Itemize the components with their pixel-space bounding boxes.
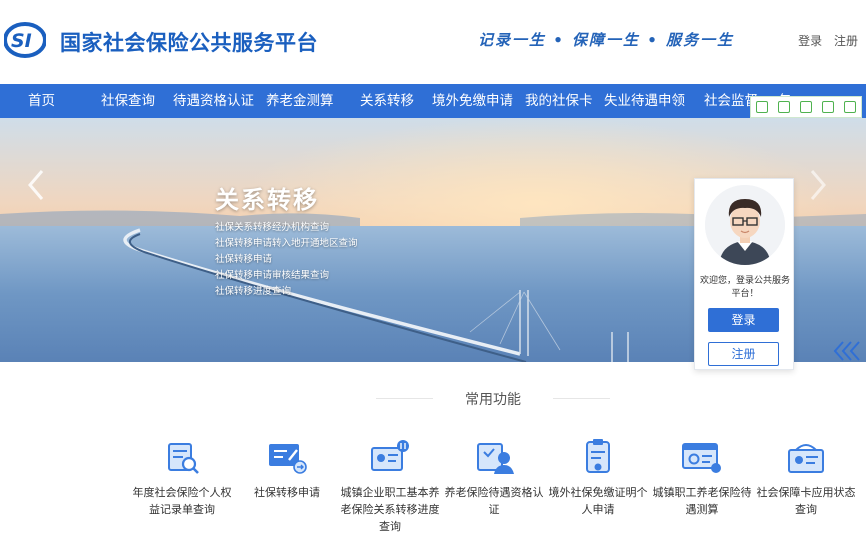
card-status-icon: [788, 444, 824, 473]
expand-icon[interactable]: [778, 101, 790, 113]
share-icon[interactable]: [822, 101, 834, 113]
func-pension-transfer-progress[interactable]: 城镇企业职工基本养老保险关系转移进度查询: [338, 438, 442, 535]
page: SI 国家社会保险公共服务平台 记录一生 • 保障一生 • 服务一生 登录 注册…: [0, 0, 866, 540]
nav-item-overseas[interactable]: 境外免缴申请: [432, 84, 513, 118]
nav-item-qualification[interactable]: 待遇资格认证: [173, 84, 254, 118]
header-login-link[interactable]: 登录: [798, 34, 822, 48]
si-logo-icon[interactable]: SI: [4, 20, 46, 60]
banner-link-progress[interactable]: 社保转移进度查询: [215, 284, 358, 300]
nav-item-social-query[interactable]: 社保查询: [101, 84, 155, 118]
func-label: 境外社保免缴证明个人申请: [548, 486, 648, 516]
logo-text: SI: [11, 30, 32, 52]
avatar: [705, 185, 785, 265]
func-label: 城镇职工养老保险待遇测算: [652, 486, 752, 516]
auth-links: 登录 注册: [790, 32, 858, 49]
pension-transfer-icon: [371, 440, 409, 471]
main-nav: 首页 社保查询 待遇资格认证 养老金测算 关系转移 境外免缴申请 我的社保卡 失…: [0, 84, 866, 118]
banner-link-region-query[interactable]: 社保转移申请转入地开通地区查询: [215, 236, 358, 252]
banner-links: 社保关系转移经办机构查询 社保转移申请转入地开通地区查询 社保转移申请 社保转移…: [215, 220, 358, 300]
login-card: 欢迎您，登录公共服务平台！ 登录 注册: [694, 178, 794, 370]
nav-item-unemployment[interactable]: 失业待遇申领: [604, 84, 685, 118]
user-avatar-icon: [705, 185, 785, 265]
site-title[interactable]: 国家社会保险公共服务平台: [60, 27, 318, 57]
qualification-icon: [477, 443, 514, 474]
settings-icon[interactable]: [844, 101, 856, 113]
func-label: 社保转移申请: [254, 486, 320, 499]
func-overseas-exemption[interactable]: 境外社保免缴证明个人申请: [546, 438, 650, 518]
transfer-apply-icon: [269, 444, 307, 474]
func-pension-calculation[interactable]: 城镇职工养老保险待遇测算: [650, 438, 754, 518]
func-label: 城镇企业职工基本养老保险关系转移进度查询: [340, 486, 440, 533]
banner-link-transfer-apply[interactable]: 社保转移申请: [215, 252, 358, 268]
nav-item-home[interactable]: 首页: [28, 84, 55, 118]
side-panel-toggle-icon[interactable]: [832, 340, 862, 362]
carousel-prev-icon[interactable]: [26, 168, 46, 202]
carousel-next-icon[interactable]: [808, 168, 828, 202]
header-register-link[interactable]: 注册: [834, 34, 858, 48]
slogan: 记录一生 • 保障一生 • 服务一生: [478, 31, 735, 49]
page-tools-bar: [750, 96, 862, 118]
nav-item-my-card[interactable]: 我的社保卡: [525, 84, 593, 118]
nav-item-transfer[interactable]: 关系转移: [360, 84, 414, 118]
login-button[interactable]: 登录: [708, 308, 779, 332]
func-qualification-cert[interactable]: 养老保险待遇资格认证: [442, 438, 546, 518]
func-label: 养老保险待遇资格认证: [444, 486, 544, 516]
register-button[interactable]: 注册: [708, 342, 779, 366]
banner-link-agency-query[interactable]: 社保关系转移经办机构查询: [215, 220, 358, 236]
nav-item-pension-calc[interactable]: 养老金测算: [266, 84, 334, 118]
common-functions-title: 常用功能: [433, 389, 553, 409]
banner-title: 关系转移: [215, 186, 319, 214]
func-transfer-apply[interactable]: 社保转移申请: [235, 438, 339, 501]
func-label: 社会保障卡应用状态查询: [756, 486, 856, 516]
func-card-status-query[interactable]: 社会保障卡应用状态查询: [754, 438, 858, 518]
overseas-exemption-icon: [586, 439, 610, 473]
func-label: 年度社会保险个人权益记录单查询: [132, 486, 232, 516]
banner-link-review-result[interactable]: 社保转移申请审核结果查询: [215, 268, 358, 284]
copy-icon[interactable]: [756, 101, 768, 113]
save-icon[interactable]: [800, 101, 812, 113]
record-search-icon: [168, 443, 199, 474]
header: SI 国家社会保险公共服务平台 记录一生 • 保障一生 • 服务一生 登录 注册: [0, 0, 866, 84]
func-record-query[interactable]: 年度社会保险个人权益记录单查询: [130, 438, 234, 518]
welcome-text: 欢迎您，登录公共服务平台！: [699, 276, 790, 299]
pension-calc-icon: [682, 443, 721, 473]
